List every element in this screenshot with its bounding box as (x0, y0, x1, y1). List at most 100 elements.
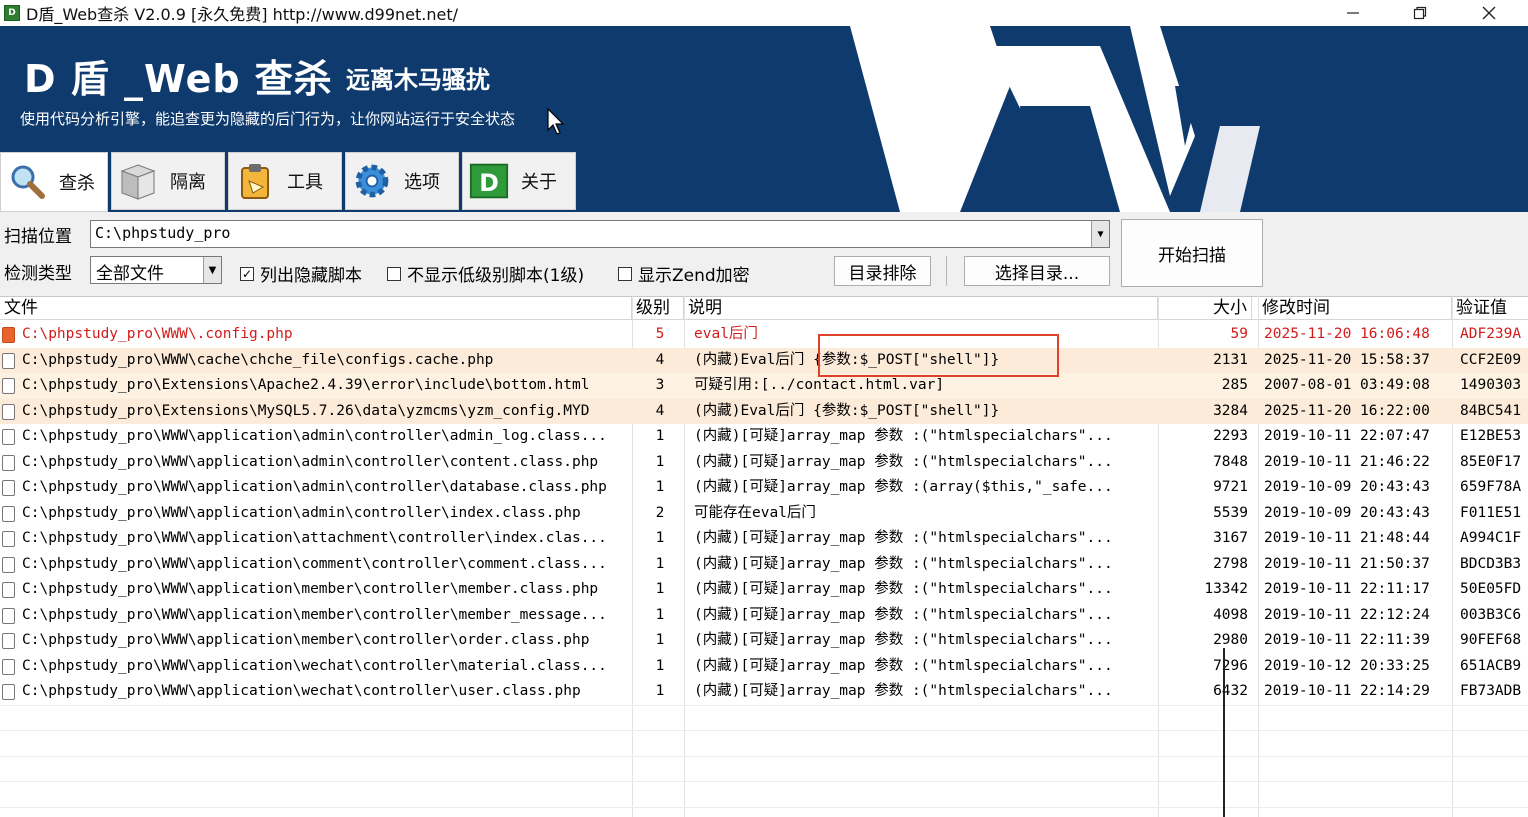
file-icon (2, 352, 15, 369)
exclude-dir-button[interactable]: 目录排除 (834, 256, 931, 286)
cell-level: 1 (655, 555, 665, 572)
checkbox-checked-icon: ✓ (240, 266, 254, 281)
cell-level: 1 (655, 530, 665, 546)
cell-level: 1 (655, 683, 665, 699)
file-icon (2, 378, 15, 394)
file-icon (2, 607, 15, 624)
table-row[interactable]: C:\phpstudy_pro\WWW\application\attachme… (0, 526, 1528, 552)
file-icon (2, 531, 15, 547)
cell-level: 5 (655, 326, 665, 342)
banner-title: D 盾 _Web 查杀 (24, 57, 333, 101)
cell-mtime: 2025-11-20 16:22:00 (1264, 402, 1430, 419)
cell-size: 5539 (1213, 504, 1248, 521)
table-row[interactable]: C:\phpstudy_pro\WWW\application\member\c… (0, 577, 1528, 603)
col-header-file[interactable]: 文件 (0, 297, 632, 320)
hide-low-level-checkbox[interactable]: 不显示低级别脚本(1级) (387, 261, 584, 286)
tab-about[interactable]: D 关于 (462, 152, 576, 210)
tab-tools[interactable]: 工具 (228, 152, 342, 210)
cell-file: C:\phpstudy_pro\WWW\application\member\c… (22, 632, 590, 648)
cell-level: 2 (655, 504, 665, 521)
cell-file: C:\phpstudy_pro\Extensions\Apache2.4.39\… (22, 377, 590, 393)
table-row[interactable]: C:\phpstudy_pro\WWW\application\admin\co… (0, 501, 1528, 527)
cell-mtime: 2019-10-11 22:11:17 (1264, 581, 1430, 597)
table-row[interactable]: C:\phpstudy_pro\WWW\application\wechat\c… (0, 679, 1528, 705)
tab-quarantine[interactable]: 隔离 (111, 152, 225, 210)
cell-file: C:\phpstudy_pro\WWW\application\admin\co… (22, 504, 581, 521)
clipboard-icon (235, 161, 275, 201)
table-row[interactable]: C:\phpstudy_pro\WWW\application\admin\co… (0, 424, 1528, 450)
results-table-body: C:\phpstudy_pro\WWW\.config.php 5 eval后门 59… (0, 322, 1528, 817)
cell-level: 1 (655, 606, 665, 623)
cell-size: 2798 (1213, 555, 1248, 572)
scan-controls: 扫描位置 C:\phpstudy_pro ▼ 检测类型 全部文件 ▼ ✓ 列出隐… (0, 212, 1528, 296)
table-row[interactable]: C:\phpstudy_pro\WWW\cache\chche_file\con… (0, 347, 1528, 373)
detect-type-dropdown[interactable]: ▼ (203, 257, 221, 283)
cell-file: C:\phpstudy_pro\WWW\application\wechat\c… (22, 657, 607, 674)
cell-file: C:\phpstudy_pro\WWW\application\member\c… (22, 606, 607, 623)
cell-size: 2293 (1213, 428, 1248, 444)
cell-file: C:\phpstudy_pro\WWW\application\admin\co… (22, 428, 607, 444)
minimize-button[interactable] (1330, 0, 1376, 26)
mouse-cursor (547, 108, 565, 135)
tab-quarantine-label: 隔离 (170, 172, 206, 193)
cell-desc: (内藏)[可疑]array_map 参数 :("htmlspecialchars… (694, 683, 1113, 699)
table-row[interactable]: C:\phpstudy_pro\Extensions\MySQL5.7.26\d… (0, 398, 1528, 424)
select-dir-button[interactable]: 选择目录... (964, 256, 1110, 286)
tab-about-label: 关于 (521, 172, 557, 193)
cell-file: C:\phpstudy_pro\WWW\application\attachme… (22, 530, 607, 546)
cell-hash: A994C1F (1460, 530, 1522, 546)
cell-hash: 651ACB9 (1460, 657, 1522, 674)
d-shield-logo (850, 26, 1260, 212)
cell-desc: (内藏)[可疑]array_map 参数 :("htmlspecialchars… (694, 632, 1113, 648)
start-scan-button[interactable]: 开始扫描 (1121, 219, 1263, 287)
cell-mtime: 2019-10-11 22:11:39 (1264, 632, 1430, 648)
col-header-size[interactable]: 大小 (1158, 297, 1252, 320)
table-row[interactable]: C:\phpstudy_pro\WWW\application\member\c… (0, 603, 1528, 629)
file-icon (2, 429, 15, 445)
col-header-level[interactable]: 级别 (632, 297, 684, 320)
restore-button[interactable] (1397, 0, 1443, 26)
col-header-hash[interactable]: 验证值 (1452, 297, 1528, 320)
close-button[interactable] (1466, 0, 1512, 26)
detect-type-select[interactable]: 全部文件 ▼ (90, 256, 222, 284)
tab-options[interactable]: 选项 (345, 152, 459, 210)
cell-mtime: 2025-11-20 15:58:37 (1264, 351, 1430, 368)
checkbox-empty-icon (387, 266, 401, 281)
checkbox-empty-icon (618, 266, 632, 281)
table-row[interactable]: C:\phpstudy_pro\Extensions\Apache2.4.39\… (0, 373, 1528, 399)
scan-location-input[interactable]: C:\phpstudy_pro ▼ (90, 220, 1110, 248)
file-icon (2, 658, 15, 675)
table-row[interactable]: C:\phpstudy_pro\WWW\application\wechat\c… (0, 654, 1528, 680)
title-bar: D D盾_Web查杀 V2.0.9 [永久免费] http://www.d99n… (0, 0, 1528, 26)
col-header-mtime[interactable]: 修改时间 (1258, 297, 1452, 320)
cell-file: C:\phpstudy_pro\WWW\application\admin\co… (22, 479, 607, 495)
cell-hash: BDCD3B3 (1460, 555, 1522, 572)
col-header-desc[interactable]: 说明 (684, 297, 1158, 320)
file-icon (2, 454, 15, 471)
cell-level: 1 (655, 479, 665, 495)
table-row[interactable]: C:\phpstudy_pro\WWW\.config.php 5 eval后门 59… (0, 322, 1528, 348)
d-logo-icon: D (469, 161, 509, 201)
cell-desc: (内藏)[可疑]array_map 参数 :("htmlspecialchars… (694, 581, 1113, 597)
cell-hash: 659F78A (1460, 479, 1522, 495)
tab-scan[interactable]: 查杀 (0, 152, 108, 212)
cell-desc: (内藏)[可疑]array_map 参数 :("htmlspecialchars… (694, 657, 1113, 674)
cell-size: 7296 (1213, 657, 1248, 674)
cell-desc: (内藏)[可疑]array_map 参数 :("htmlspecialchars… (694, 555, 1113, 572)
scan-location-dropdown[interactable]: ▼ (1091, 221, 1109, 247)
cell-level: 1 (655, 581, 665, 597)
table-row[interactable]: C:\phpstudy_pro\WWW\application\admin\co… (0, 475, 1528, 501)
cell-desc: (内藏)[可疑]array_map 参数 :(array($this,"_saf… (694, 479, 1113, 495)
empty-row-line (0, 730, 1528, 731)
cell-file: C:\phpstudy_pro\WWW\application\admin\co… (22, 453, 599, 470)
show-hidden-label: 列出隐藏脚本 (260, 266, 362, 286)
table-row[interactable]: C:\phpstudy_pro\WWW\application\comment\… (0, 552, 1528, 578)
cell-size: 7848 (1213, 453, 1248, 470)
table-row[interactable]: C:\phpstudy_pro\WWW\application\member\c… (0, 628, 1528, 654)
table-row[interactable]: C:\phpstudy_pro\WWW\application\admin\co… (0, 450, 1528, 476)
cell-hash: 84BC541 (1460, 402, 1522, 419)
tab-tools-label: 工具 (287, 172, 323, 193)
cell-file: C:\phpstudy_pro\WWW\application\comment\… (22, 555, 607, 572)
show-zend-checkbox[interactable]: 显示Zend加密 (618, 261, 750, 286)
show-hidden-checkbox[interactable]: ✓ 列出隐藏脚本 (240, 261, 362, 286)
